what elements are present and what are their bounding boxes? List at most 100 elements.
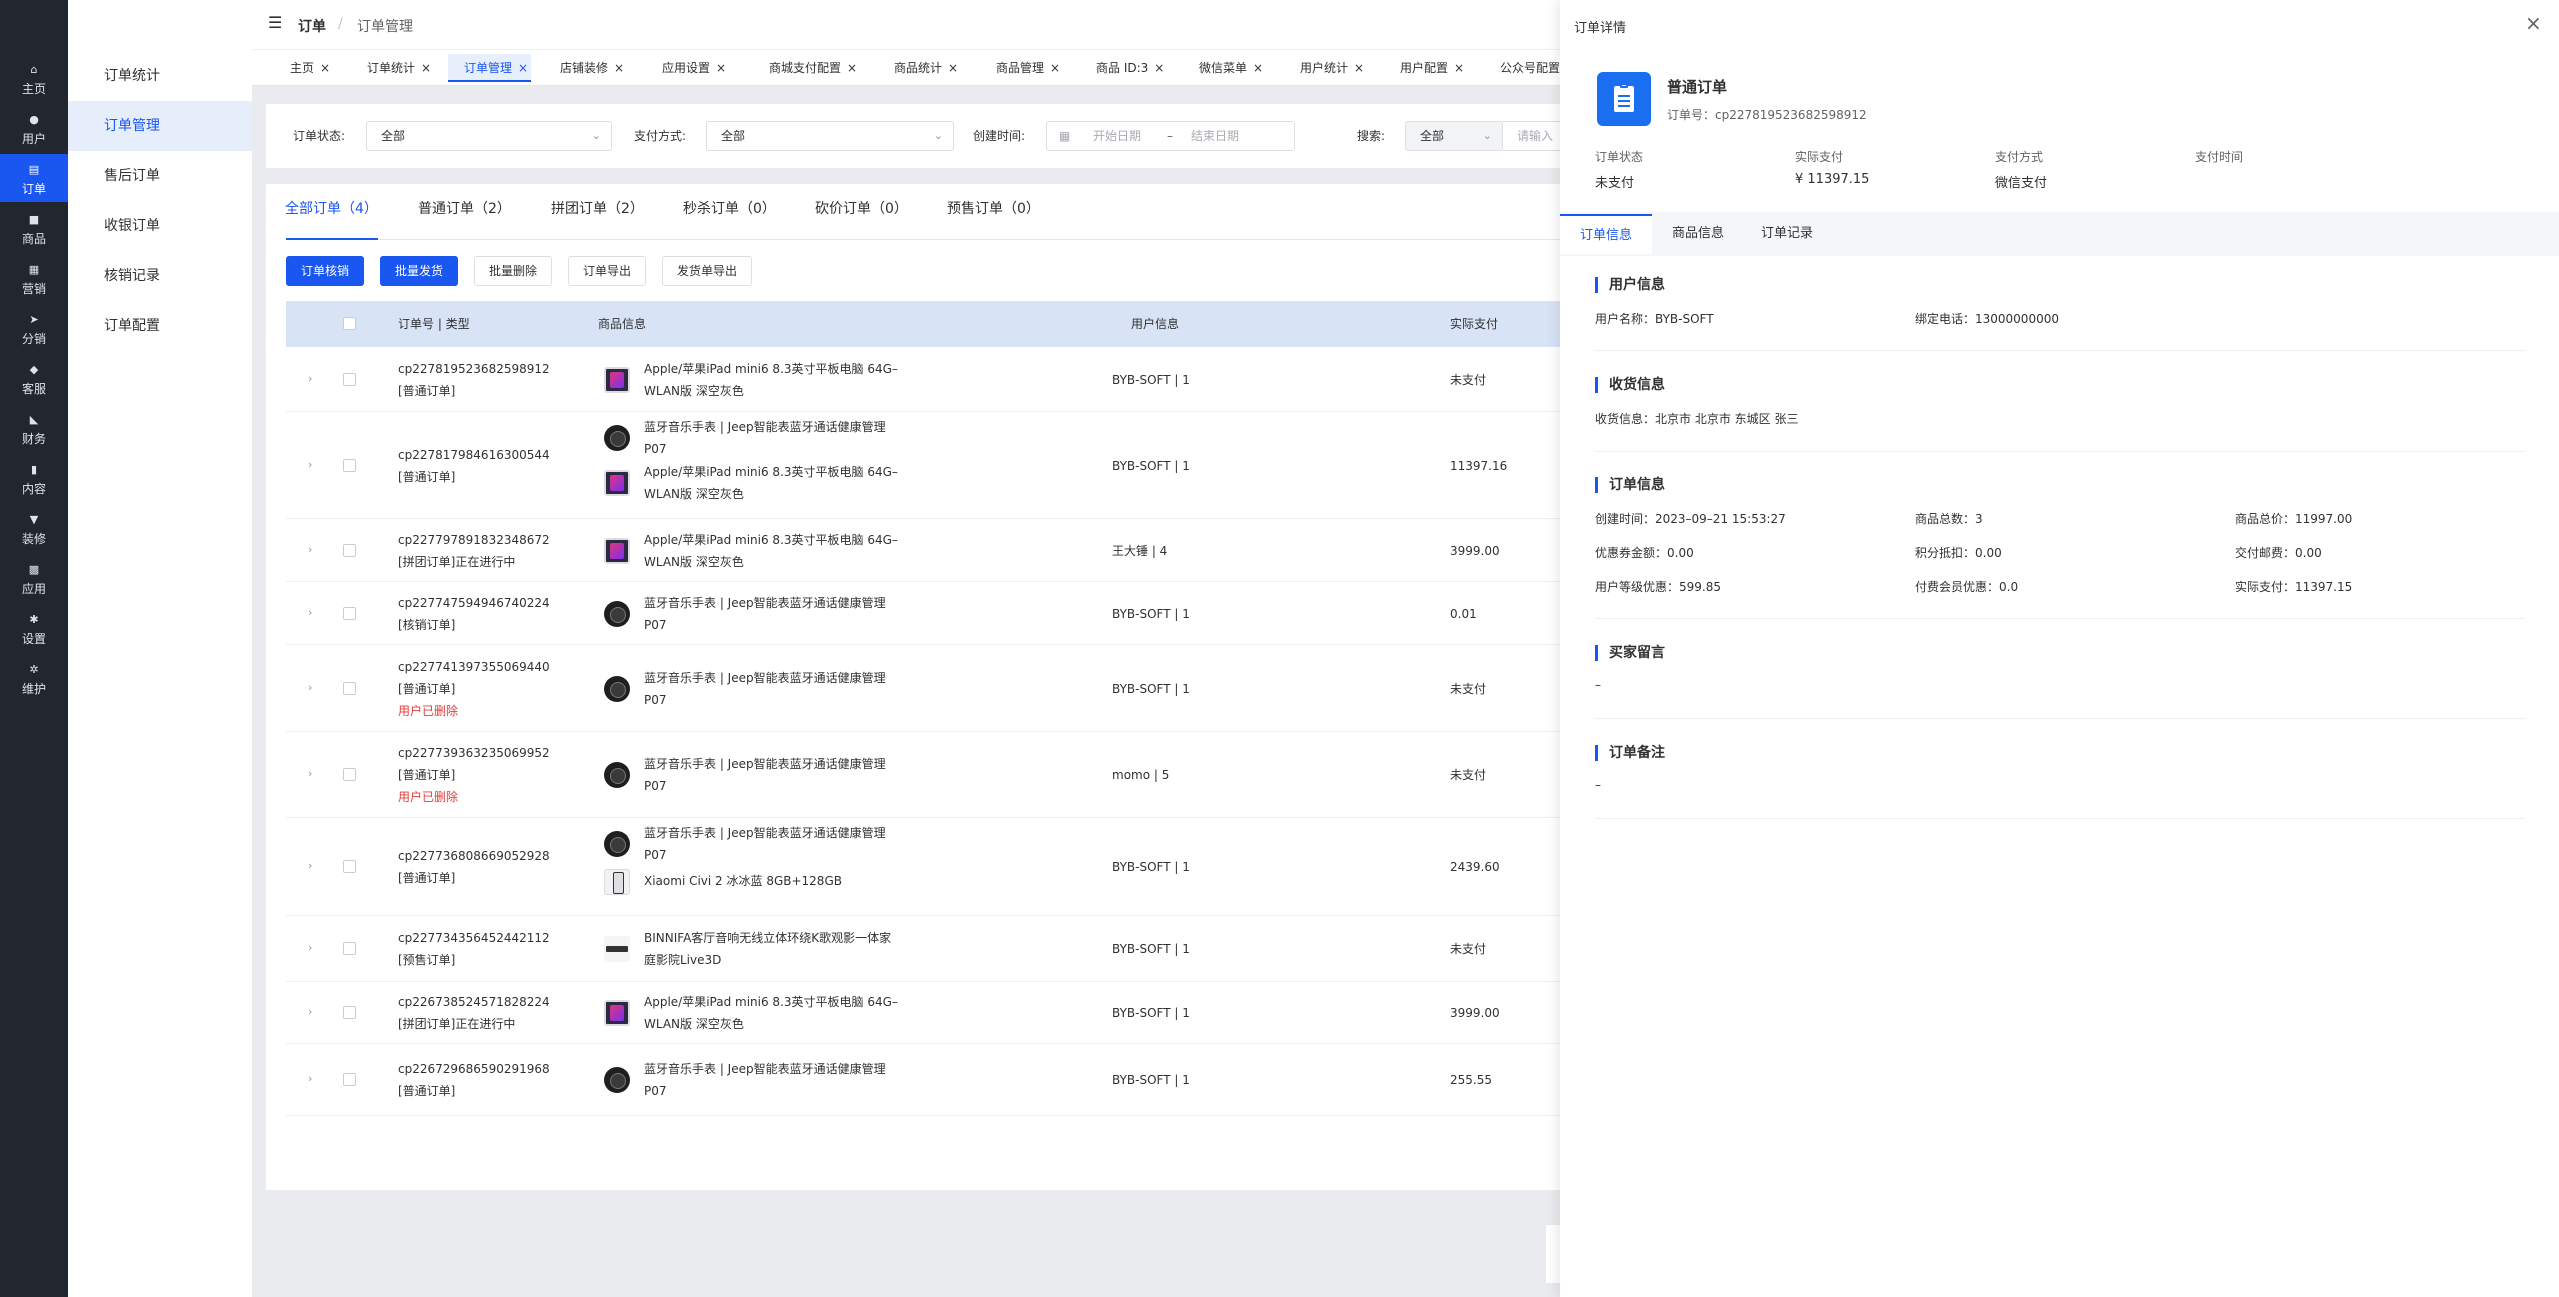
goods-name[interactable]: 蓝牙音乐手表 | Jeep智能表蓝牙通话健康管理: [644, 1058, 886, 1080]
close-icon[interactable]: ×: [1154, 61, 1164, 75]
rail-item-maintain[interactable]: ✲ 维护: [0, 654, 68, 702]
drawer-tab[interactable]: 订单记录: [1746, 214, 1828, 254]
submenu-item[interactable]: 订单配置: [68, 301, 252, 351]
goods-name[interactable]: 蓝牙音乐手表 | Jeep智能表蓝牙通话健康管理: [644, 753, 886, 775]
goods-name[interactable]: Apple/苹果iPad mini6 8.3英寸平板电脑 64G–: [644, 358, 898, 380]
breadcrumb-root[interactable]: 订单: [298, 16, 326, 36]
close-icon[interactable]: ×: [518, 61, 528, 75]
tab-item[interactable]: 商城支付配置 ×: [761, 54, 865, 82]
close-icon[interactable]: ×: [948, 61, 958, 75]
action-button[interactable]: 订单核销: [286, 256, 365, 286]
rail-item-share[interactable]: ➤ 分销: [0, 304, 68, 352]
rail-item-settings[interactable]: ✱ 设置: [0, 604, 68, 652]
rail-item-apps[interactable]: ▩ 应用: [0, 554, 68, 602]
rail-item-order[interactable]: ▤ 订单: [0, 154, 68, 202]
row-checkbox[interactable]: [343, 458, 356, 472]
row-checkbox[interactable]: [343, 1006, 356, 1019]
table-row[interactable]: › cp226729686590291968 [普通订单] 蓝牙音乐手表 | Jeep…: [286, 1044, 1586, 1116]
goods-name[interactable]: 蓝牙音乐手表 | Jeep智能表蓝牙通话健康管理: [644, 822, 886, 844]
rail-item-marketing[interactable]: ▦ 营销: [0, 254, 68, 302]
close-icon[interactable]: ×: [320, 61, 330, 75]
tab-item[interactable]: 主页 ×: [282, 54, 332, 82]
goods-name[interactable]: Apple/苹果iPad mini6 8.3英寸平板电脑 64G–: [644, 991, 898, 1013]
expand-row-icon[interactable]: ›: [308, 767, 312, 780]
tab-item[interactable]: 用户统计 ×: [1292, 54, 1370, 82]
table-row[interactable]: › cp226738524571828224 [拼团订单]正在进行中 Apple/苹果…: [286, 982, 1586, 1044]
goods-name[interactable]: Xiaomi Civi 2 冰冰蓝 8GB+128GB: [644, 870, 842, 892]
drawer-tab[interactable]: 订单信息: [1560, 214, 1652, 254]
row-checkbox[interactable]: [343, 1073, 356, 1086]
rail-item-content[interactable]: ▮ 内容: [0, 454, 68, 502]
menu-toggle-icon[interactable]: ☰: [268, 13, 282, 32]
expand-row-icon[interactable]: ›: [308, 372, 312, 385]
tab-item[interactable]: 订单管理 ×: [448, 54, 531, 82]
tab-item[interactable]: 微信菜单 ×: [1191, 54, 1271, 82]
tab-item[interactable]: 应用设置 ×: [654, 54, 740, 82]
action-button[interactable]: 批量发货: [380, 256, 459, 286]
close-icon[interactable]: ×: [716, 61, 726, 75]
rail-item-decorate[interactable]: ▼ 装修: [0, 504, 68, 552]
row-checkbox[interactable]: [343, 543, 356, 557]
tab-item[interactable]: 商品 ID:3 ×: [1088, 54, 1170, 82]
row-checkbox[interactable]: [343, 372, 356, 386]
tab-item[interactable]: 店铺装修 ×: [552, 54, 633, 82]
goods-name[interactable]: Apple/苹果iPad mini6 8.3英寸平板电脑 64G–: [644, 461, 898, 483]
rail-item-finance[interactable]: ◣ 财务: [0, 404, 68, 452]
order-tab[interactable]: 普通订单（2）: [418, 198, 511, 218]
tab-item[interactable]: 订单统计 ×: [359, 54, 431, 82]
goods-name[interactable]: 蓝牙音乐手表 | Jeep智能表蓝牙通话健康管理: [644, 667, 886, 689]
close-icon[interactable]: ×: [2525, 11, 2542, 35]
row-checkbox[interactable]: [343, 681, 356, 695]
close-icon[interactable]: ×: [847, 61, 857, 75]
table-row[interactable]: › cp227734356452442112 [预售订单] BINNIFA客厅音响无线…: [286, 916, 1586, 982]
action-button[interactable]: 批量删除: [474, 256, 553, 286]
table-row[interactable]: › cp227736808669052928 [普通订单] 蓝牙音乐手表 | Jeep…: [286, 818, 1586, 916]
action-button[interactable]: 发货单导出: [662, 256, 753, 286]
submenu-item[interactable]: 售后订单: [68, 151, 252, 201]
goods-name[interactable]: Apple/苹果iPad mini6 8.3英寸平板电脑 64G–: [644, 529, 898, 551]
close-icon[interactable]: ×: [1253, 61, 1263, 75]
table-row[interactable]: › cp227797891832348672 [拼团订单]正在进行中 Apple/苹果…: [286, 519, 1586, 582]
tab-item[interactable]: 商品管理 ×: [988, 54, 1066, 82]
rail-item-service[interactable]: ◆ 客服: [0, 354, 68, 402]
order-tab[interactable]: 预售订单（0）: [947, 198, 1040, 218]
tab-item[interactable]: 公众号配置: [1492, 54, 1562, 82]
order-tab[interactable]: 拼团订单（2）: [551, 198, 644, 218]
expand-row-icon[interactable]: ›: [308, 681, 312, 694]
pay-method-select[interactable]: 全部 ⌄: [706, 121, 954, 151]
close-icon[interactable]: ×: [1454, 61, 1464, 75]
row-checkbox[interactable]: [343, 942, 356, 955]
expand-row-icon[interactable]: ›: [308, 941, 312, 954]
table-row[interactable]: › cp227739363235069952 [普通订单] 用户已删除 蓝牙音乐手表 |…: [286, 732, 1586, 818]
tab-item[interactable]: 商品统计 ×: [886, 54, 966, 82]
expand-row-icon[interactable]: ›: [308, 606, 312, 619]
close-icon[interactable]: ×: [1050, 61, 1060, 75]
order-tab[interactable]: 砍价订单（0）: [815, 198, 908, 218]
goods-name[interactable]: BINNIFA客厅音响无线立体环绕K歌观影一体家: [644, 927, 891, 949]
submenu-item[interactable]: 订单管理: [68, 101, 252, 151]
rail-item-home[interactable]: ⌂ 主页: [0, 54, 68, 102]
row-checkbox[interactable]: [343, 768, 356, 781]
order-tab[interactable]: 全部订单（4）: [285, 198, 378, 218]
rail-item-user[interactable]: ● 用户: [0, 104, 68, 152]
expand-row-icon[interactable]: ›: [308, 543, 312, 556]
status-select[interactable]: 全部 ⌄: [366, 121, 612, 151]
drawer-tab[interactable]: 商品信息: [1652, 214, 1744, 254]
goods-name[interactable]: 蓝牙音乐手表 | Jeep智能表蓝牙通话健康管理: [644, 416, 886, 438]
table-row[interactable]: › cp227819523682598912 [普通订单] Apple/苹果iPad …: [286, 347, 1586, 412]
order-tab[interactable]: 秒杀订单（0）: [683, 198, 776, 218]
table-row[interactable]: › cp227741397355069440 [普通订单] 用户已删除 蓝牙音乐手表 |…: [286, 645, 1586, 732]
expand-row-icon[interactable]: ›: [308, 1005, 312, 1018]
goods-name[interactable]: 蓝牙音乐手表 | Jeep智能表蓝牙通话健康管理: [644, 592, 886, 614]
submenu-item[interactable]: 订单统计: [68, 51, 252, 101]
submenu-item[interactable]: 核销记录: [68, 251, 252, 301]
expand-row-icon[interactable]: ›: [308, 859, 312, 872]
row-checkbox[interactable]: [343, 606, 356, 620]
search-scope-select[interactable]: 全部 ⌄: [1405, 121, 1503, 151]
table-row[interactable]: › cp227817984616300544 [普通订单] 蓝牙音乐手表 | Jeep…: [286, 412, 1586, 519]
rail-item-goods[interactable]: ■ 商品: [0, 204, 68, 252]
table-row[interactable]: › cp227747594946740224 [核销订单] 蓝牙音乐手表 | Jeep…: [286, 582, 1586, 645]
expand-row-icon[interactable]: ›: [308, 458, 312, 471]
date-range-picker[interactable]: ▦ 开始日期 – 结束日期: [1046, 121, 1295, 151]
action-button[interactable]: 订单导出: [568, 256, 647, 286]
